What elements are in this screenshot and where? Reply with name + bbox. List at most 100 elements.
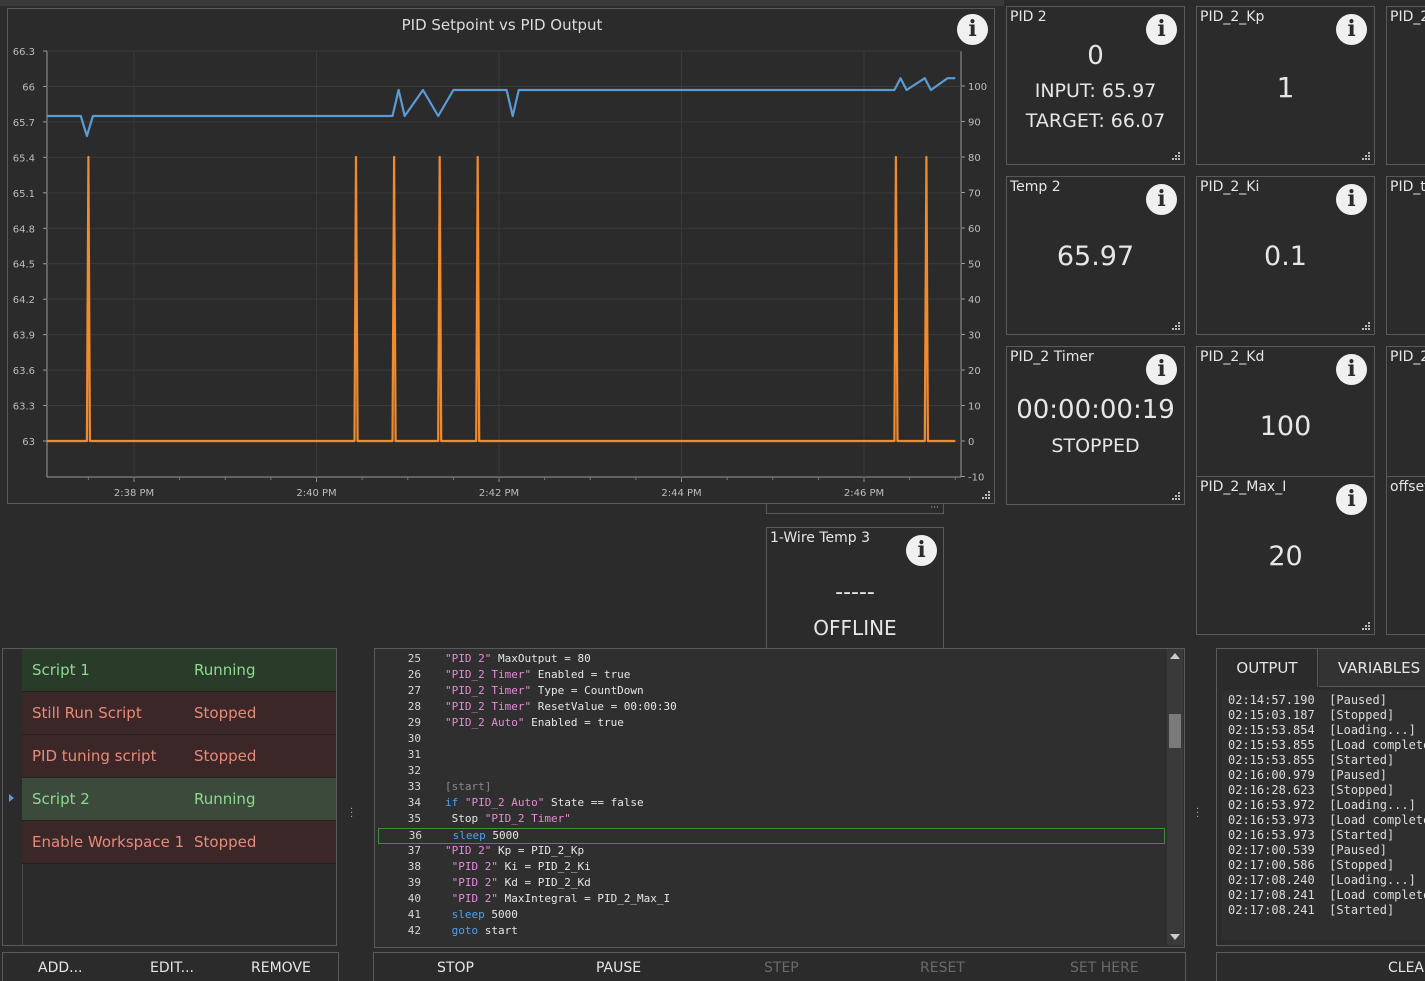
code-line: 39 "PID 2" Kd = PID_2_Kd (407, 876, 591, 889)
x-tick-label: 2:44 PM (661, 488, 701, 499)
tile-partial-3[interactable]: PID_2 (1386, 346, 1425, 478)
pause-button[interactable]: PAUSE (596, 960, 641, 976)
info-icon[interactable]: i (1336, 354, 1367, 385)
code-line: 42 goto start (407, 924, 518, 937)
tile-title: PID 2 (1010, 9, 1047, 25)
tile-partial-1[interactable]: PID_2 (1386, 6, 1425, 165)
log-entry: 02:17:08.241 [Load complete (1228, 888, 1425, 902)
script-row[interactable]: Still Run Script Stopped (22, 692, 336, 735)
tile-title: PID_2_Kd (1200, 349, 1265, 365)
tile-pid2-max-i[interactable]: PID_2_Max_I i 20 (1196, 476, 1375, 635)
script-row[interactable]: PID tuning script Stopped (22, 735, 336, 778)
tile-resize-grip[interactable] (1362, 152, 1370, 160)
add-button[interactable]: ADD... (38, 960, 83, 976)
left-tick-label: 63.3 (13, 402, 35, 413)
tile-pid2-ki[interactable]: PID_2_Ki i 0.1 (1196, 176, 1375, 335)
remove-button[interactable]: REMOVE (251, 960, 311, 976)
log-entry: 02:14:57.190 [Paused] (1228, 693, 1387, 707)
code-line: 30 (407, 732, 421, 745)
code-line: 25 "PID 2" MaxOutput = 80 (407, 652, 591, 665)
script-row[interactable]: Enable Workspace 1 Stopped (22, 821, 336, 864)
script-status: Stopped (194, 704, 257, 722)
chart-panel[interactable]: PID Setpoint vs PID Output i 66.3 66 65.7 6… (7, 8, 995, 504)
info-icon[interactable]: i (1336, 184, 1367, 215)
tile-resize-grip[interactable] (1172, 152, 1180, 160)
tile-pid2-kd[interactable]: PID_2_Kd i 100 (1196, 346, 1375, 478)
script-name: Script 2 (32, 790, 90, 808)
left-tick-label: 65.4 (13, 153, 35, 164)
tile-value: 20 (1268, 541, 1303, 572)
log-entry: 02:15:53.854 [Loading...] (1228, 723, 1416, 737)
log-entry: 02:16:28.623 [Stopped] (1228, 783, 1395, 797)
hidden-tile-dots: ··· (930, 503, 939, 513)
tab-variables[interactable]: VARIABLES (1319, 649, 1425, 687)
output-log[interactable]: 02:14:57.190 [Paused] 02:15:03.187 [Stopp… (1222, 690, 1425, 940)
tile-pid2-timer[interactable]: PID_2 Timer i 00:00:00:19 STOPPED (1006, 346, 1185, 505)
editor-buttons-bar: STOP PAUSE STEP RESET SET HERE (373, 952, 1186, 981)
tab-output[interactable]: OUTPUT (1217, 649, 1318, 687)
scroll-down-icon[interactable] (1170, 934, 1180, 940)
tile-resize-grip[interactable] (1362, 622, 1370, 630)
info-icon[interactable]: i (1336, 484, 1367, 515)
x-tick-label: 2:46 PM (844, 488, 884, 499)
right-tick-label: 20 (968, 366, 981, 377)
info-icon[interactable]: i (1146, 184, 1177, 215)
splitter-right-handle[interactable]: · · · (1196, 805, 1202, 823)
step-button[interactable]: STEP (764, 960, 799, 976)
tile-title: PID_2 (1390, 9, 1425, 25)
tile-state: OFFLINE (813, 616, 897, 640)
code-line: 38 "PID 2" Ki = PID_2_Ki (407, 860, 591, 873)
scroll-thumb[interactable] (1169, 714, 1181, 748)
edit-button[interactable]: EDIT... (150, 960, 194, 976)
tile-resize-grip[interactable] (1172, 322, 1180, 330)
tile-title: PID_2_Ki (1200, 179, 1260, 195)
script-row[interactable]: Script 1 Running (22, 649, 336, 692)
splitter-left-handle[interactable]: · · · (350, 805, 356, 823)
tile-title: PID_2_Kp (1200, 9, 1265, 25)
tile-state: STOPPED (1051, 435, 1140, 457)
code-scrollbar[interactable] (1167, 649, 1183, 945)
tile-value: 65.97 (1056, 241, 1135, 272)
tile-title: PID_2 Timer (1010, 349, 1094, 365)
script-status: Running (194, 661, 256, 679)
script-row-selected[interactable]: Script 2 Running (22, 778, 336, 821)
log-entry: 02:17:08.241 [Started] (1228, 903, 1395, 917)
code-line: 29 "PID_2 Auto" Enabled = true (407, 716, 624, 729)
chart-resize-grip[interactable] (982, 491, 990, 499)
tile-resize-grip[interactable] (1172, 492, 1180, 500)
left-tick-label: 63.6 (13, 366, 35, 377)
tile-title: 1-Wire Temp 3 (770, 530, 870, 546)
right-tick-label: 30 (968, 331, 981, 342)
tile-pid2[interactable]: PID 2 i 0 INPUT: 65.97 TARGET: 66.07 (1006, 6, 1185, 165)
tile-title: PID_t (1390, 179, 1425, 195)
script-status: Stopped (194, 747, 257, 765)
code-editor[interactable]: 25 "PID 2" MaxOutput = 80 26 "PID_2 Timer"… (374, 648, 1185, 948)
left-tick-label: 66 (22, 82, 35, 93)
log-entry: 02:15:53.855 [Load complete (1228, 738, 1425, 752)
code-line: 31 (407, 748, 421, 761)
tile-temp2[interactable]: Temp 2 i 65.97 (1006, 176, 1185, 335)
info-icon[interactable]: i (1146, 354, 1177, 385)
tile-partial-2[interactable]: PID_t (1386, 176, 1425, 335)
info-icon[interactable]: i (906, 535, 937, 566)
chart-svg: 66.3 66 65.7 65.4 65.1 64.8 64.5 64.2 63.9 63.6 63… (13, 47, 987, 499)
set-here-button[interactable]: SET HERE (1070, 960, 1139, 976)
tile-value: 0.1 (1264, 241, 1307, 272)
stop-button[interactable]: STOP (437, 960, 474, 976)
script-name: Script 1 (32, 661, 90, 679)
scroll-up-icon[interactable] (1170, 653, 1180, 659)
reset-button[interactable]: RESET (920, 960, 965, 976)
code-line: 26 "PID_2 Timer" Enabled = true (407, 668, 631, 681)
clear-button[interactable]: CLEA (1388, 960, 1424, 976)
right-tick-label: 50 (968, 260, 981, 271)
tile-pid2-kp[interactable]: PID_2_Kp i 1 (1196, 6, 1375, 165)
tile-partial-4[interactable]: offset (1386, 476, 1425, 635)
tile-onewire-temp3[interactable]: 1-Wire Temp 3 i ----- OFFLINE (766, 527, 944, 652)
info-icon[interactable]: i (1336, 14, 1367, 45)
code-line: 32 (407, 764, 421, 777)
right-tick-label: 70 (968, 189, 981, 200)
tile-resize-grip[interactable] (1362, 322, 1370, 330)
code-line: 40 "PID 2" MaxIntegral = PID_2_Max_I (407, 892, 671, 905)
tile-value: 0 (1087, 41, 1104, 71)
tile-value: 1 (1276, 71, 1295, 104)
